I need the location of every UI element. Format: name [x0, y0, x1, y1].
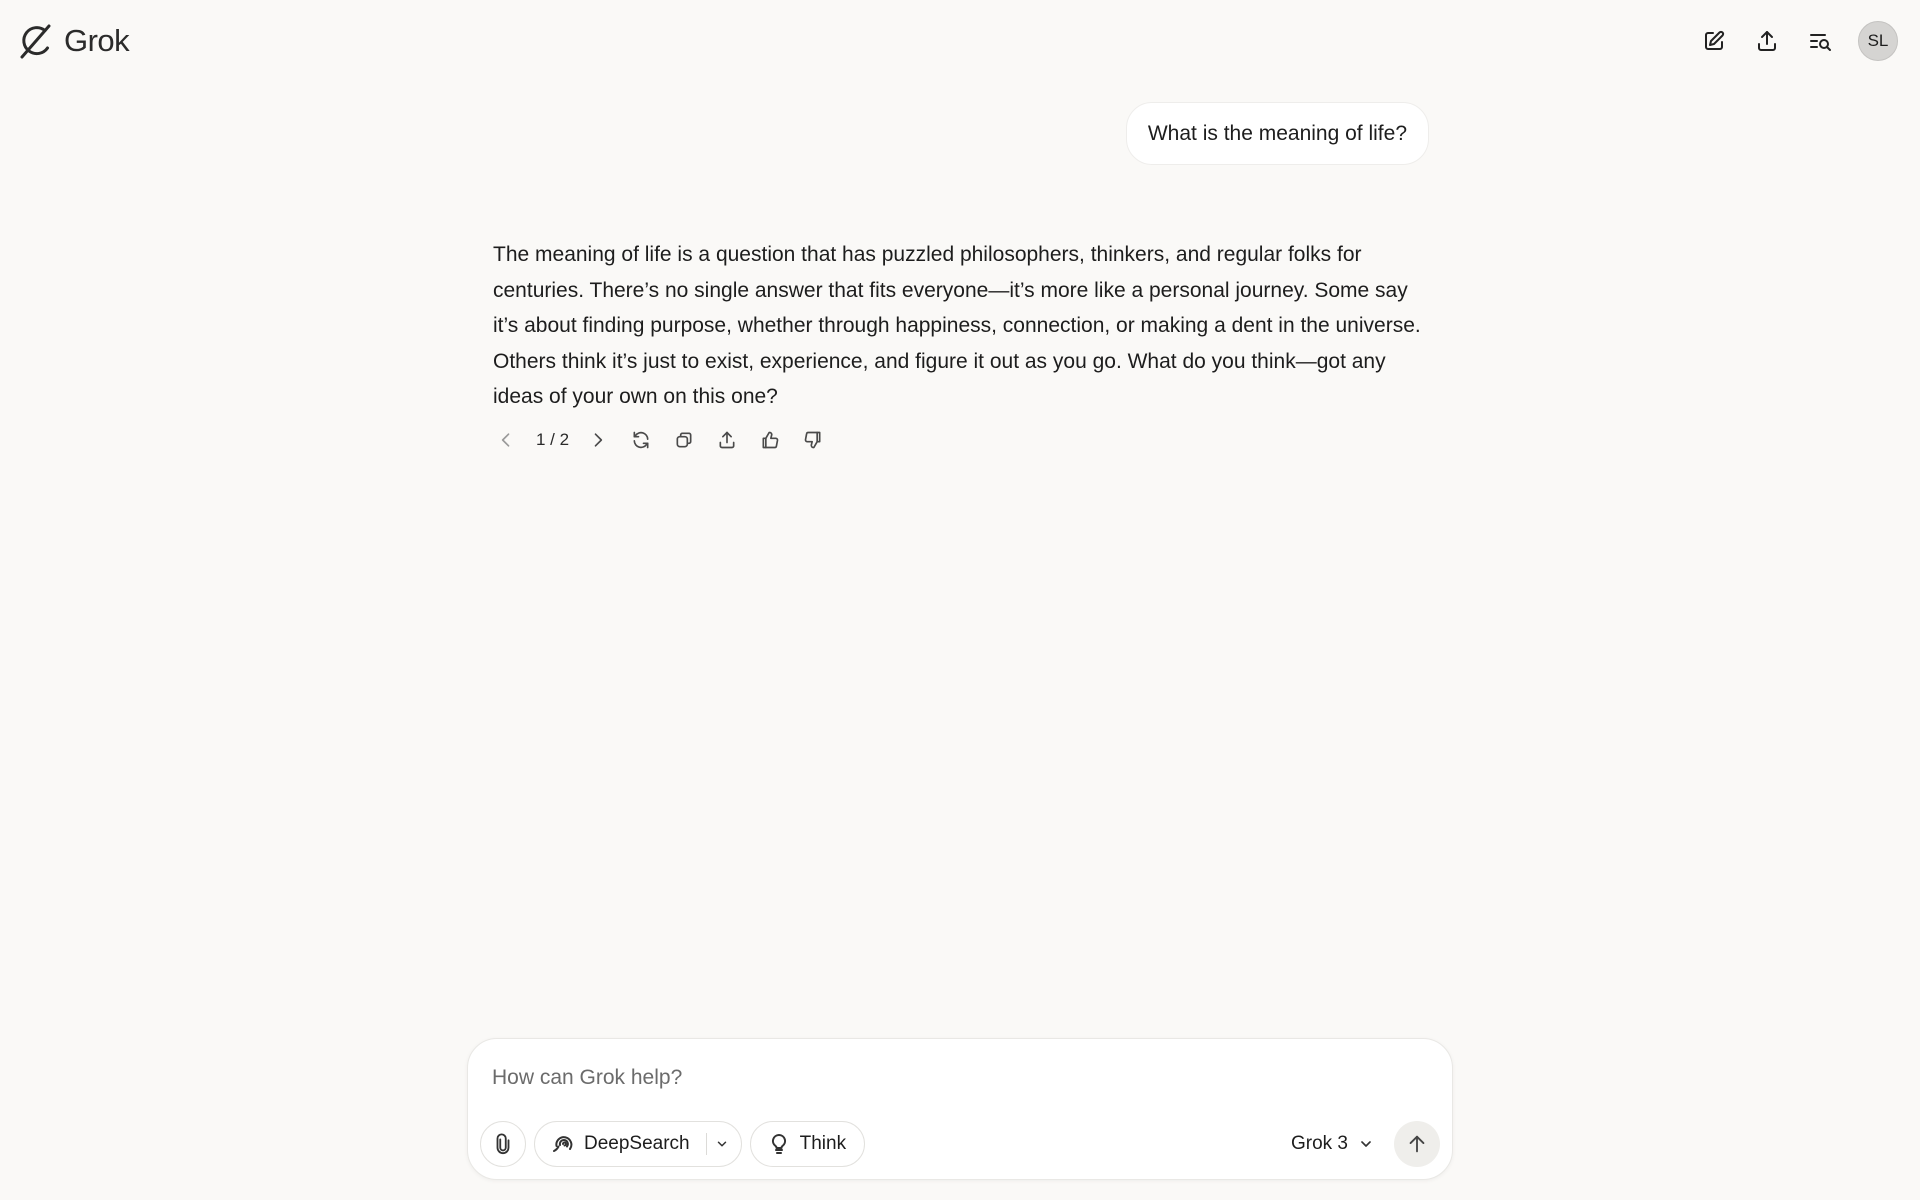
- share-icon: [1758, 31, 1776, 51]
- pill-divider: [705, 1133, 707, 1155]
- thumbs-down-button[interactable]: [796, 423, 830, 457]
- think-label: Think: [799, 1133, 847, 1154]
- brand-name: Grok: [64, 23, 130, 58]
- composer-toolbar: DeepSearch Think Grok 3: [480, 1121, 1440, 1167]
- search-history-button[interactable]: [1802, 23, 1838, 59]
- chevron-right-icon: [594, 432, 603, 447]
- regenerate-button[interactable]: [624, 423, 658, 457]
- model-selector[interactable]: Grok 3: [1291, 1133, 1374, 1155]
- chevron-down-icon: [1361, 1141, 1371, 1147]
- grok-logo[interactable]: Grok: [16, 21, 130, 61]
- composer: DeepSearch Think Grok 3: [467, 1038, 1453, 1180]
- new-chat-icon: [1705, 30, 1725, 50]
- new-chat-button[interactable]: [1696, 23, 1732, 59]
- regenerate-icon: [633, 431, 649, 448]
- share-button[interactable]: [1749, 23, 1785, 59]
- send-button[interactable]: [1394, 1121, 1440, 1167]
- prompt-input[interactable]: [492, 1061, 1392, 1095]
- header-actions: SL: [1696, 21, 1898, 61]
- message-actions: 1 / 2: [489, 423, 1427, 457]
- deepsearch-icon: [553, 1136, 573, 1152]
- copy-button[interactable]: [667, 423, 701, 457]
- attach-button[interactable]: [480, 1121, 526, 1167]
- lightbulb-icon: [771, 1133, 786, 1154]
- top-bar: Grok SL: [0, 0, 1920, 82]
- conversation: What is the meaning of life? The meaning…: [493, 102, 1429, 457]
- chevron-left-icon: [501, 432, 510, 447]
- arrow-up-icon: [1409, 1135, 1425, 1153]
- deepsearch-label: DeepSearch: [584, 1133, 690, 1154]
- copy-icon: [676, 432, 692, 447]
- think-button[interactable]: Think: [749, 1121, 866, 1167]
- avatar[interactable]: SL: [1858, 21, 1898, 61]
- deepsearch-options-toggle[interactable]: [715, 1136, 731, 1152]
- share-icon: [719, 431, 735, 448]
- thumbs-up-button[interactable]: [753, 423, 787, 457]
- deepsearch-button[interactable]: DeepSearch: [534, 1121, 742, 1167]
- share-response-button[interactable]: [710, 423, 744, 457]
- user-message: What is the meaning of life?: [1125, 102, 1429, 165]
- chevron-down-icon: [717, 1141, 726, 1147]
- thumbs-up-icon: [762, 431, 779, 448]
- thumbs-down-icon: [804, 431, 821, 448]
- previous-response-button[interactable]: [489, 423, 523, 457]
- grok-app: Grok SL What is the meaning of life? The…: [0, 0, 1920, 1200]
- user-message-row: What is the meaning of life?: [493, 102, 1429, 165]
- paperclip-icon: [496, 1133, 510, 1154]
- assistant-message: The meaning of life is a question that h…: [493, 243, 1421, 408]
- grok-logo-icon: [20, 24, 51, 59]
- model-label: Grok 3: [1290, 1133, 1348, 1154]
- search-history-icon: [1810, 34, 1831, 51]
- next-response-button[interactable]: [581, 423, 615, 457]
- response-pager: 1 / 2: [536, 429, 570, 449]
